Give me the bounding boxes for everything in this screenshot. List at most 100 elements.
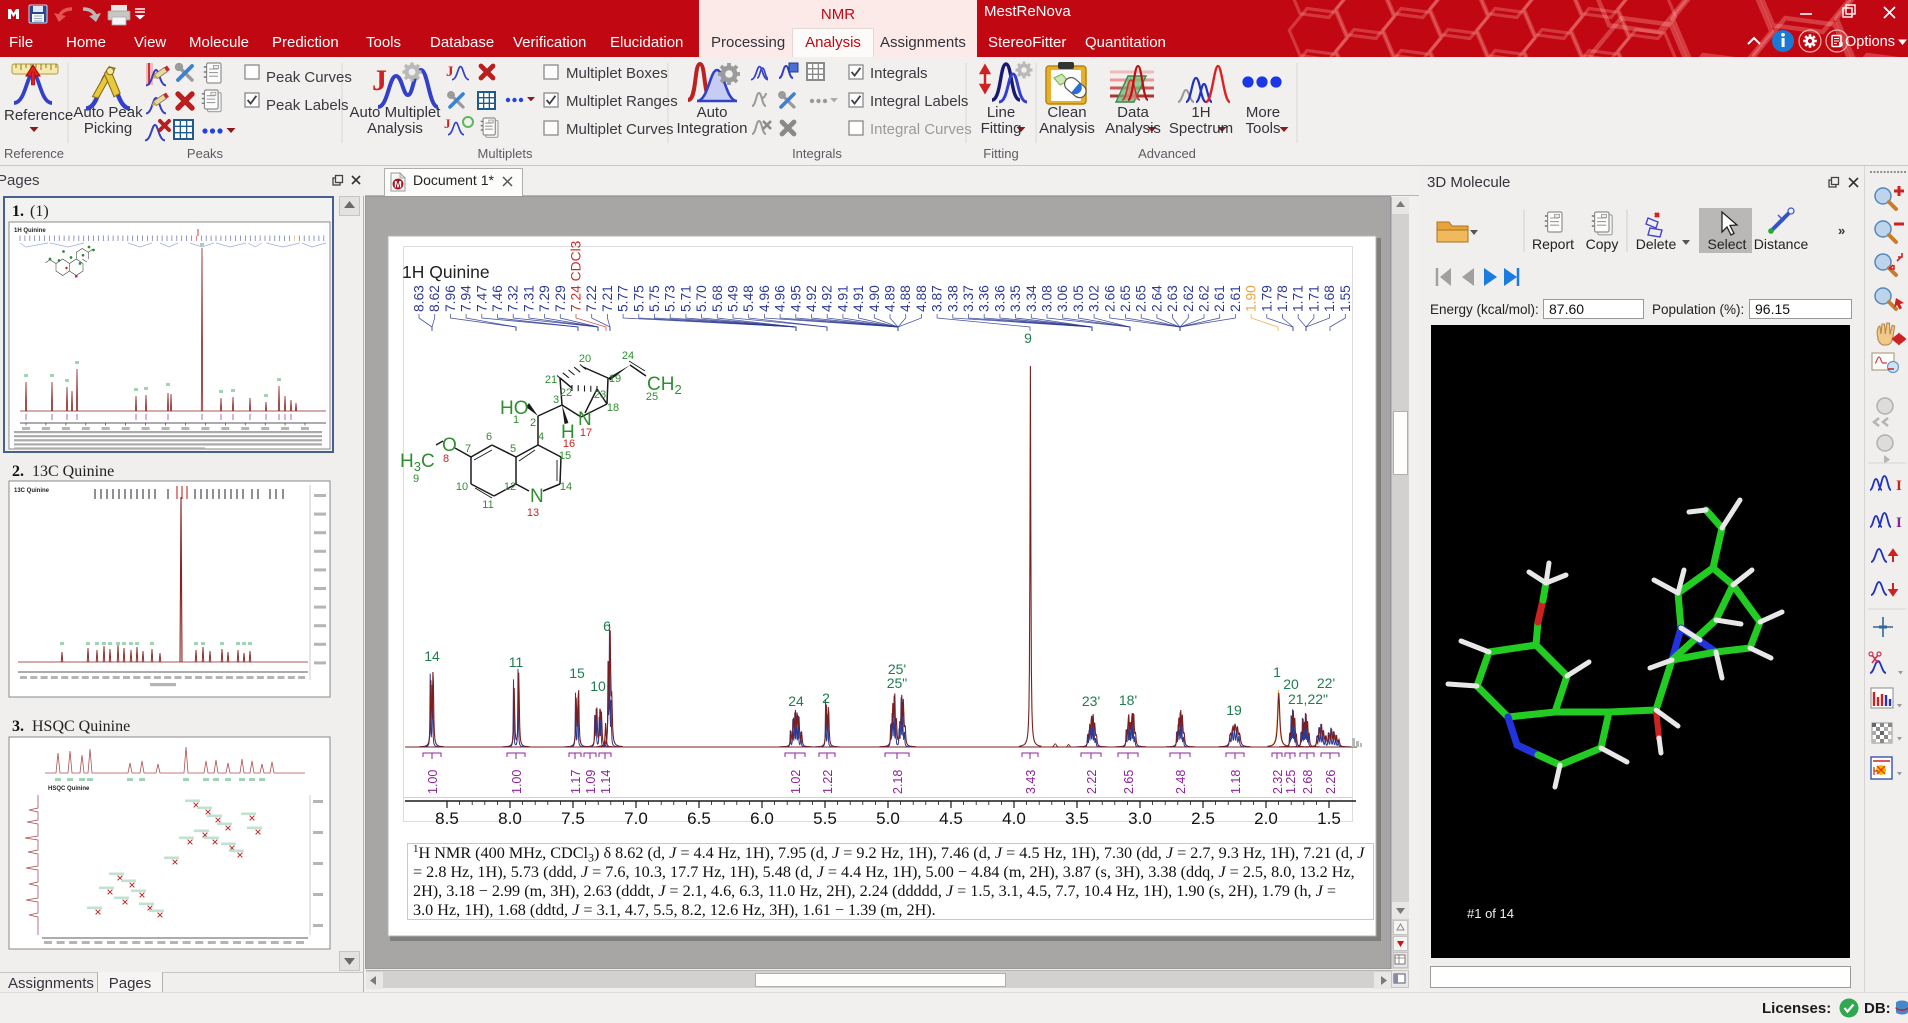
svg-text:8.0: 8.0: [498, 809, 522, 828]
svg-text:4.92: 4.92: [804, 285, 819, 312]
svg-text:2.22: 2.22: [1085, 770, 1099, 794]
svg-text:2.0: 2.0: [1254, 809, 1278, 828]
svg-text:I: I: [1896, 478, 1902, 494]
svg-text:4.88: 4.88: [898, 285, 913, 312]
svg-text:5.70: 5.70: [694, 285, 709, 312]
svg-text:10: 10: [590, 678, 606, 694]
svg-text:13: 13: [527, 507, 539, 519]
svg-text:Peak Labels: Peak Labels: [266, 97, 349, 114]
svg-text:Report: Report: [1532, 236, 1574, 252]
svg-text:5.75: 5.75: [647, 285, 662, 312]
svg-text:6: 6: [486, 431, 492, 443]
svg-text:2.64: 2.64: [1149, 285, 1164, 312]
svg-text:2.65: 2.65: [1134, 285, 1149, 312]
svg-text:14: 14: [560, 481, 572, 493]
svg-text:2.65: 2.65: [1122, 770, 1136, 794]
svg-text:5.71: 5.71: [678, 285, 693, 312]
svg-text:1.71: 1.71: [1291, 285, 1306, 312]
svg-text:3.37: 3.37: [961, 285, 976, 312]
svg-text:7.96: 7.96: [443, 285, 458, 312]
svg-text:4.95: 4.95: [788, 285, 803, 312]
svg-text:22: 22: [560, 387, 572, 399]
svg-text:3.36: 3.36: [977, 285, 992, 312]
svg-text:2.61: 2.61: [1212, 285, 1227, 312]
svg-text:= 2.8 Hz, 1H), 5.73 (ddd, J =: = 2.8 Hz, 1H), 5.73 (ddd, J = 7.6, 10.3,…: [413, 863, 1355, 881]
svg-text:25": 25": [887, 675, 908, 691]
svg-text:7.46: 7.46: [490, 285, 505, 312]
svg-text:3.38: 3.38: [945, 285, 960, 312]
svg-text:(1): (1): [30, 203, 49, 220]
svg-text:I: I: [1896, 515, 1902, 531]
svg-text:1.02: 1.02: [789, 770, 803, 794]
svg-text:1.18: 1.18: [1229, 770, 1243, 794]
svg-text:20: 20: [579, 353, 591, 365]
svg-text:1.55: 1.55: [1338, 285, 1353, 312]
svg-text:7.94: 7.94: [459, 285, 474, 312]
svg-text:3.08: 3.08: [1040, 285, 1055, 312]
svg-text:6.5: 6.5: [687, 809, 711, 828]
svg-text:13C Quinine: 13C Quinine: [14, 488, 50, 494]
svg-text:3.05: 3.05: [1071, 285, 1086, 312]
svg-text:8.63: 8.63: [412, 285, 427, 312]
svg-text:4: 4: [538, 431, 544, 443]
svg-text:25: 25: [646, 391, 658, 403]
svg-text:1.17: 1.17: [569, 770, 583, 794]
svg-text:7.29: 7.29: [537, 285, 552, 312]
svg-text:5.73: 5.73: [663, 285, 678, 312]
svg-text:Select: Select: [1708, 236, 1747, 252]
svg-text:24: 24: [788, 693, 804, 709]
svg-text:14: 14: [424, 648, 440, 664]
svg-text:1H Quinine: 1H Quinine: [14, 228, 46, 234]
svg-text:HSQC Quinine: HSQC Quinine: [32, 718, 130, 735]
svg-text:1: 1: [513, 414, 519, 426]
svg-text:19: 19: [609, 373, 621, 385]
svg-text:11: 11: [509, 654, 524, 670]
svg-text:2H), 3.18 − 2.99 (m, 3H), 2.63: 2H), 3.18 − 2.99 (m, 3H), 2.63 (dddt, J …: [413, 882, 1336, 900]
svg-text:4.96: 4.96: [757, 285, 772, 312]
svg-text:3.0 Hz, 1H), 1.68 (ddtd, J = 3: 3.0 Hz, 1H), 1.68 (ddtd, J = 3.1, 4.7, 5…: [413, 901, 936, 919]
svg-text:Multiplet Ranges: Multiplet Ranges: [566, 93, 678, 110]
svg-text:8.5: 8.5: [435, 809, 459, 828]
svg-text:J: J: [372, 64, 387, 97]
svg-text:1H Quinine: 1H Quinine: [402, 262, 490, 282]
svg-text:7.0: 7.0: [624, 809, 648, 828]
svg-text:5.5: 5.5: [813, 809, 837, 828]
svg-text:4.88: 4.88: [914, 285, 929, 312]
svg-text:1.78: 1.78: [1275, 285, 1290, 312]
svg-text:1.71: 1.71: [1306, 285, 1321, 312]
svg-text:2.: 2.: [12, 463, 24, 480]
svg-text:3.43: 3.43: [1024, 770, 1038, 794]
svg-text:6.0: 6.0: [750, 809, 774, 828]
svg-text:7.31: 7.31: [521, 285, 536, 312]
svg-text:8: 8: [443, 453, 449, 465]
svg-text:N: N: [530, 486, 544, 507]
svg-text:7.24 CDCl3: 7.24 CDCl3: [569, 240, 584, 312]
svg-text:4.92: 4.92: [820, 285, 835, 312]
svg-text:5: 5: [510, 443, 516, 455]
svg-text:1.22: 1.22: [821, 770, 835, 794]
svg-text:19: 19: [1226, 702, 1242, 718]
svg-text:1.: 1.: [12, 203, 24, 220]
svg-text:Integral Labels: Integral Labels: [870, 93, 968, 110]
svg-text:Peak Curves: Peak Curves: [266, 69, 352, 86]
svg-text:7.21: 7.21: [600, 285, 615, 312]
svg-text:5.77: 5.77: [616, 285, 631, 312]
svg-text:2.68: 2.68: [1301, 770, 1315, 794]
svg-text:7.47: 7.47: [474, 285, 489, 312]
svg-text:»: »: [1838, 223, 1845, 238]
svg-text:2: 2: [530, 417, 536, 429]
svg-text:15: 15: [559, 450, 571, 462]
svg-text:4.96: 4.96: [773, 285, 788, 312]
svg-text:4.91: 4.91: [851, 285, 866, 312]
svg-text:J: J: [444, 116, 451, 131]
svg-text:10: 10: [456, 481, 468, 493]
svg-text:2.66: 2.66: [1102, 285, 1117, 312]
svg-text:M: M: [394, 180, 402, 190]
svg-text:2.65: 2.65: [1118, 285, 1133, 312]
svg-text:2.5: 2.5: [1191, 809, 1215, 828]
svg-text:1: 1: [1273, 664, 1281, 680]
svg-text:3.87: 3.87: [930, 285, 945, 312]
svg-text:15: 15: [569, 665, 585, 681]
svg-text:1.68: 1.68: [1322, 285, 1337, 312]
svg-text:12: 12: [504, 481, 516, 493]
